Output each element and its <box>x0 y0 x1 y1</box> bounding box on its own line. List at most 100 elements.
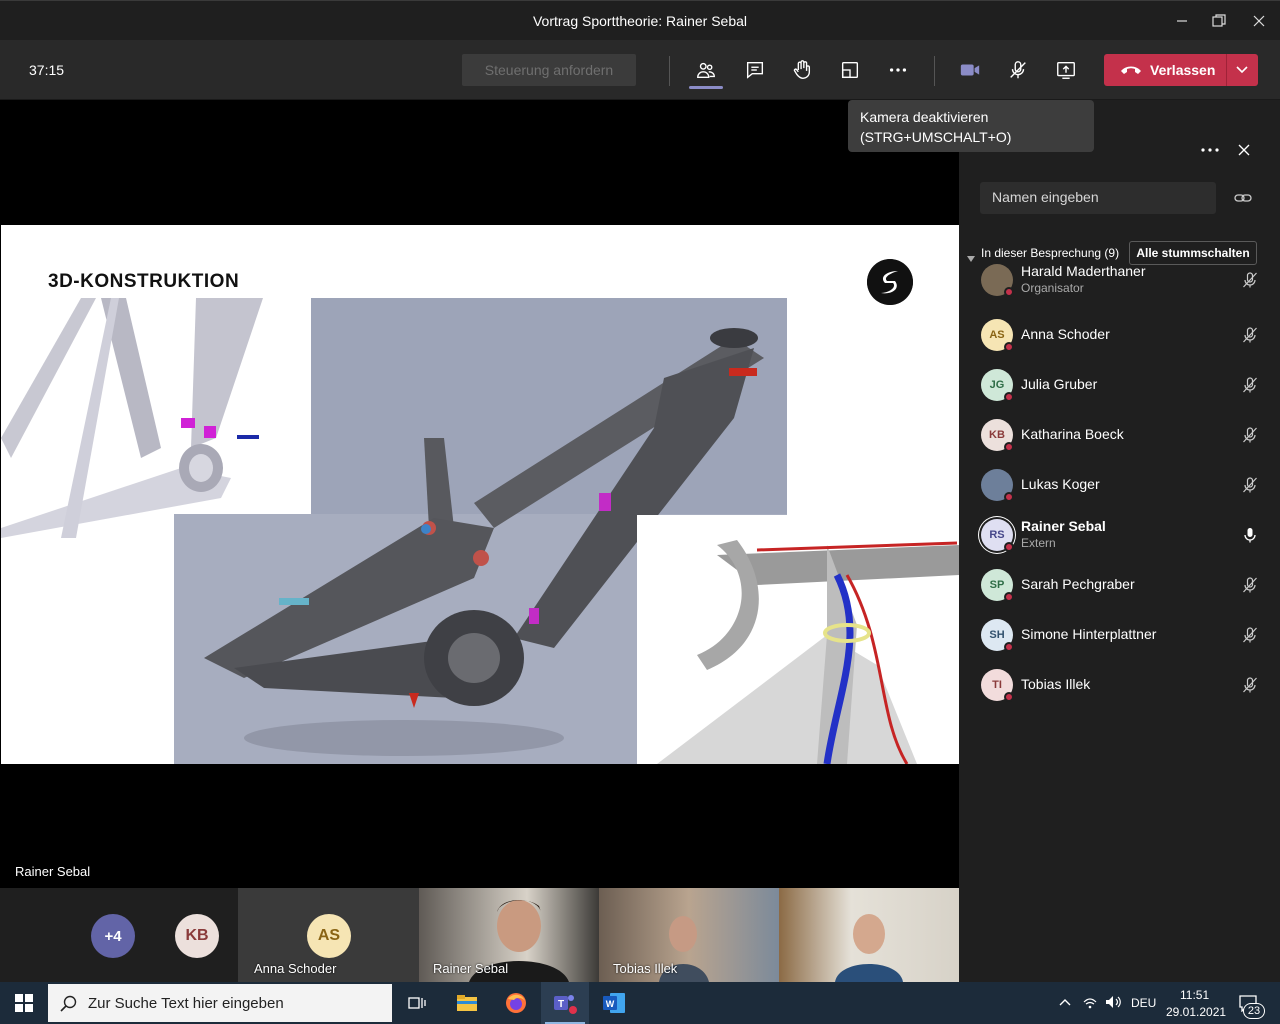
video-tile-self[interactable] <box>779 888 959 982</box>
microphone-muted-icon[interactable] <box>1241 576 1259 594</box>
svg-text:W: W <box>606 999 615 1009</box>
word-icon[interactable]: W <box>590 982 638 1024</box>
os-taskbar: Zur Suche Text hier eingeben T W DEU 11:… <box>0 982 1280 1024</box>
tooltip-line-1: Kamera deaktivieren <box>860 109 989 125</box>
panel-more-icon[interactable] <box>1199 140 1221 160</box>
chevron-down-icon[interactable] <box>1235 65 1249 75</box>
participant-row[interactable]: SH Simone Hinterplattner <box>959 610 1280 660</box>
presence-busy-indicator <box>1004 342 1014 352</box>
participant-row[interactable]: Lukas Koger <box>959 460 1280 510</box>
participant-row[interactable]: KB Katharina Boeck <box>959 410 1280 460</box>
search-icon <box>60 995 77 1012</box>
participant-role: Organisator <box>1021 281 1084 295</box>
camera-icon[interactable] <box>954 54 986 86</box>
network-icon[interactable] <box>1082 994 1098 1010</box>
microphone-muted-icon[interactable] <box>1002 54 1034 86</box>
leave-button[interactable]: Verlassen <box>1104 54 1258 86</box>
cable-routing-detail-image <box>637 515 959 764</box>
participant-row[interactable]: TI Tobias Illek <box>959 660 1280 710</box>
clock-time[interactable]: 11:51 <box>1180 988 1209 1002</box>
chat-icon[interactable] <box>739 54 771 86</box>
restore-icon[interactable] <box>1205 9 1233 33</box>
presence-busy-indicator <box>1004 542 1014 552</box>
avatar-as: AS <box>307 914 351 958</box>
toolbar-divider <box>669 56 670 86</box>
more-actions-icon[interactable] <box>882 54 914 86</box>
tile-name-rainer: Rainer Sebal <box>433 961 509 976</box>
participants-active-indicator <box>689 86 723 89</box>
participant-name: Sarah Pechgraber <box>1021 576 1135 592</box>
participant-name: Anna Schoder <box>1021 326 1110 342</box>
share-invite-link-icon[interactable] <box>1233 188 1253 208</box>
tile-name-anna: Anna Schoder <box>254 961 337 976</box>
meeting-toolbar: 37:15 Steuerung anfordern Verlassen <box>0 40 1280 100</box>
tray-expand-icon[interactable] <box>1058 997 1072 1007</box>
minimize-icon[interactable] <box>1168 9 1196 33</box>
presenter-name-label: Rainer Sebal <box>15 864 91 879</box>
video-tile-tobias[interactable]: Tobias Illek <box>599 888 779 982</box>
microphone-on-icon[interactable] <box>1241 526 1259 544</box>
room-icon[interactable] <box>834 54 866 86</box>
avatar-kb[interactable]: KB <box>175 914 219 958</box>
taskbar-search-input[interactable]: Zur Suche Text hier eingeben <box>48 984 392 1022</box>
tooltip-line-2: (STRG+UMSCHALT+O) <box>860 129 1012 145</box>
request-control-button[interactable]: Steuerung anfordern <box>462 54 636 86</box>
video-tile-rainer[interactable]: Rainer Sebal <box>419 888 599 982</box>
participants-icon[interactable] <box>690 54 722 86</box>
file-explorer-icon[interactable] <box>443 982 491 1024</box>
microphone-muted-icon[interactable] <box>1241 676 1259 694</box>
leave-divider <box>1226 54 1227 86</box>
microphone-muted-icon[interactable] <box>1241 476 1259 494</box>
camera-tooltip: Kamera deaktivieren (STRG+UMSCHALT+O) <box>848 100 1094 152</box>
microphone-muted-icon[interactable] <box>1241 326 1259 344</box>
shared-slide: 3D-KONSTRUKTION <box>1 225 959 764</box>
windows-start-icon[interactable] <box>0 982 48 1024</box>
clock-date[interactable]: 29.01.2021 <box>1166 1005 1226 1019</box>
raise-hand-icon[interactable] <box>786 54 818 86</box>
brand-logo <box>867 259 913 305</box>
title-bar: Vortrag Sporttheorie: Rainer Sebal <box>0 0 1280 40</box>
close-window-icon[interactable] <box>1245 9 1273 33</box>
svg-text:T: T <box>558 999 564 1010</box>
presence-busy-indicator <box>1004 442 1014 452</box>
presence-busy-indicator <box>1004 492 1014 502</box>
task-view-icon[interactable] <box>393 982 441 1024</box>
volume-icon[interactable] <box>1104 994 1122 1010</box>
participant-name: Simone Hinterplattner <box>1021 626 1157 642</box>
meeting-timer: 37:15 <box>29 62 65 78</box>
participant-name: Lukas Koger <box>1021 476 1100 492</box>
participant-name: Katharina Boeck <box>1021 426 1124 442</box>
microphone-muted-icon[interactable] <box>1241 271 1259 289</box>
window-title: Vortrag Sporttheorie: Rainer Sebal <box>532 13 747 29</box>
participant-name: Julia Gruber <box>1021 376 1098 392</box>
tile-name-tobias: Tobias Illek <box>613 961 678 976</box>
participant-name: Tobias Illek <box>1021 676 1091 692</box>
participant-row[interactable]: JG Julia Gruber <box>959 360 1280 410</box>
notification-count-badge: 23 <box>1243 1003 1265 1019</box>
panel-close-icon[interactable] <box>1235 140 1253 160</box>
overflow-tile[interactable]: +4 KB <box>0 888 238 982</box>
participant-row[interactable]: AS Anna Schoder <box>959 310 1280 360</box>
video-tile-anna[interactable]: AS Anna Schoder <box>238 888 419 982</box>
microphone-muted-icon[interactable] <box>1241 426 1259 444</box>
leave-label: Verlassen <box>1150 62 1216 78</box>
microphone-muted-icon[interactable] <box>1241 376 1259 394</box>
teams-icon[interactable]: T <box>541 982 589 1024</box>
share-screen-icon[interactable] <box>1050 54 1082 86</box>
participant-name: Rainer Sebal <box>1021 518 1106 534</box>
more-participants-badge[interactable]: +4 <box>91 914 135 958</box>
toolbar-divider <box>934 56 935 86</box>
participant-row[interactable]: RS Rainer Sebal Extern <box>959 510 1280 560</box>
input-language[interactable]: DEU <box>1131 996 1156 1010</box>
firefox-icon[interactable] <box>492 982 540 1024</box>
participant-row[interactable]: Harald Maderthaner Organisator <box>959 255 1280 305</box>
participant-search-input[interactable]: Namen eingeben <box>980 182 1216 214</box>
presence-busy-indicator <box>1004 692 1014 702</box>
participant-name: Harald Maderthaner <box>1021 263 1146 279</box>
presence-busy-indicator <box>1004 392 1014 402</box>
slide-title: 3D-KONSTRUKTION <box>48 271 240 292</box>
participant-row[interactable]: SP Sarah Pechgraber <box>959 560 1280 610</box>
self-video-feed <box>835 914 903 982</box>
participants-panel: Namen eingeben In dieser Besprechung (9)… <box>959 100 1280 982</box>
microphone-muted-icon[interactable] <box>1241 626 1259 644</box>
